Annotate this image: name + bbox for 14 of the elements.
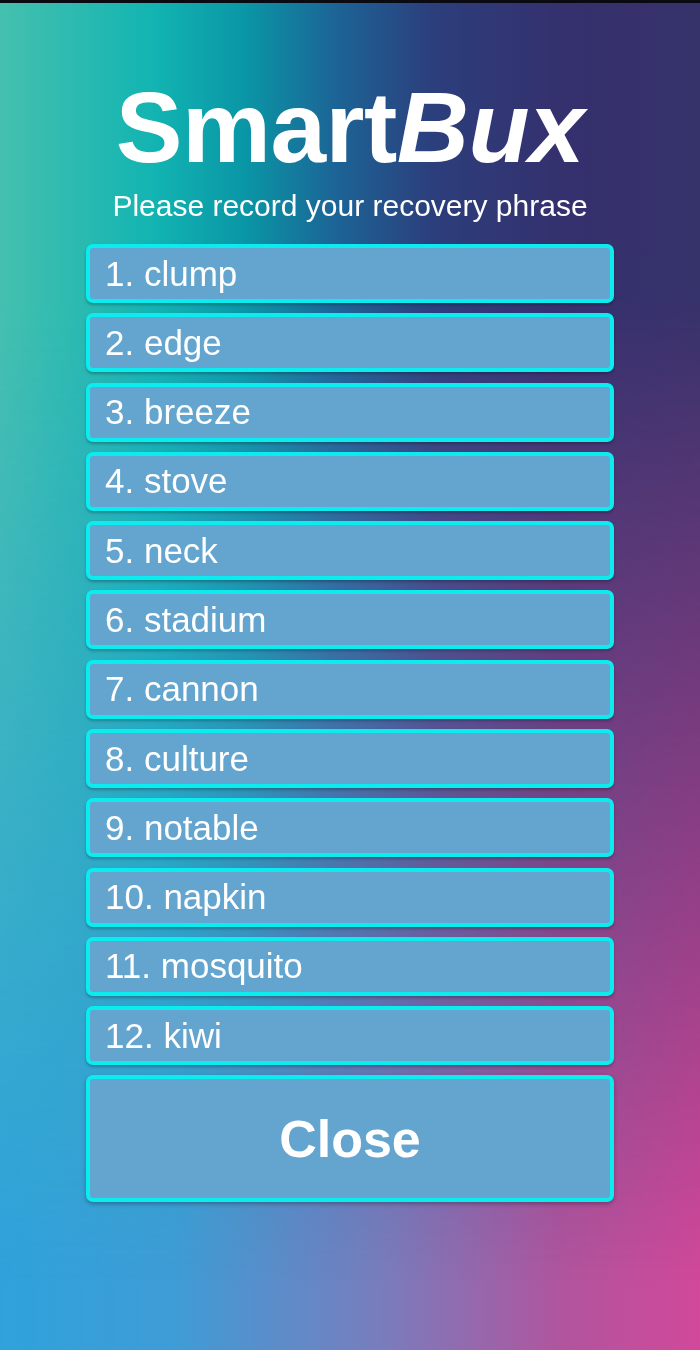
- recovery-word: 11. mosquito: [86, 936, 614, 996]
- recovery-word: 6. stadium: [86, 590, 614, 650]
- instruction-text: Please record your recovery phrase: [112, 188, 588, 224]
- recovery-word: 4. stove: [86, 451, 614, 511]
- recovery-word: 12. kiwi: [86, 1006, 614, 1066]
- recovery-word: 7. cannon: [86, 659, 614, 719]
- recovery-word: 1. clump: [86, 244, 614, 303]
- recovery-word: 2. edge: [86, 313, 614, 373]
- close-button[interactable]: Close: [86, 1075, 614, 1203]
- recovery-word: 8. culture: [86, 729, 614, 789]
- recovery-word: 9. notable: [86, 798, 614, 858]
- recovery-word: 3. breeze: [86, 382, 614, 442]
- recovery-word: 10. napkin: [86, 867, 614, 927]
- recovery-word: 5. neck: [86, 521, 614, 581]
